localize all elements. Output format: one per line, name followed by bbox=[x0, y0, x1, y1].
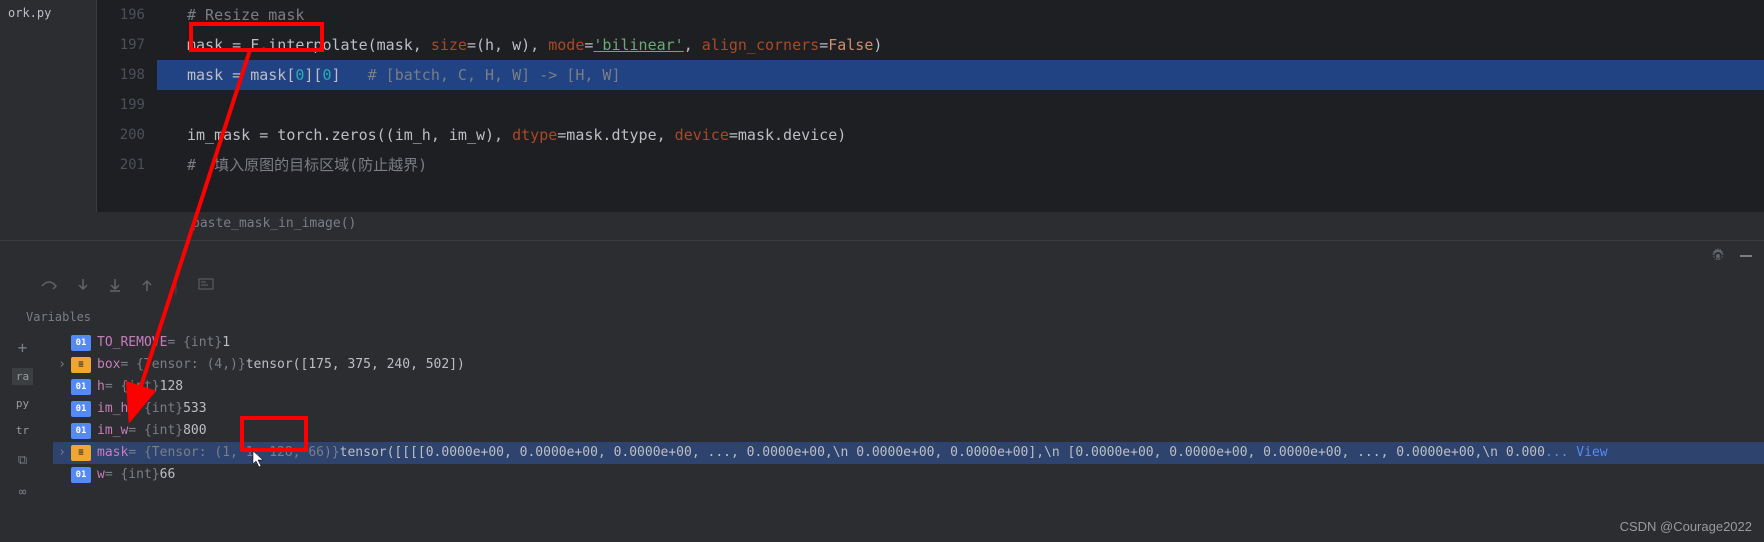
code-line: # Resize mask bbox=[157, 0, 1764, 30]
file-tab[interactable]: ork.py bbox=[0, 2, 96, 24]
variables-label: Variables bbox=[0, 304, 1764, 332]
add-watch-icon[interactable]: + bbox=[12, 336, 34, 358]
step-out-icon[interactable] bbox=[140, 277, 154, 297]
code-line: mask = F.interpolate(mask, size=(h, w), … bbox=[157, 30, 1764, 60]
code-line-current: mask = mask[0][0] # [batch, C, H, W] -> … bbox=[157, 60, 1764, 90]
code-line bbox=[157, 90, 1764, 120]
tensor-type-icon: ≡ bbox=[71, 357, 91, 373]
gutter: 196 197 198 199 200 201 bbox=[97, 0, 157, 212]
evaluate-icon[interactable] bbox=[198, 278, 214, 296]
line-number[interactable]: 198 bbox=[97, 60, 145, 90]
strip-tab[interactable]: ra bbox=[12, 368, 33, 385]
step-into-my-icon[interactable] bbox=[108, 277, 122, 297]
debug-panel-header bbox=[0, 240, 1764, 270]
link-icon[interactable]: ∞ bbox=[12, 481, 34, 503]
breadcrumb[interactable]: paste_mask_in_image() bbox=[0, 212, 1764, 240]
line-number[interactable]: 199 bbox=[97, 90, 145, 120]
chevron-right-icon[interactable]: › bbox=[53, 354, 71, 376]
strip-tab[interactable]: tr bbox=[12, 422, 33, 439]
var-row[interactable]: 01 TO_REMOVE = {int} 1 bbox=[53, 332, 1764, 354]
debug-toolbar: | bbox=[0, 270, 1764, 304]
var-row[interactable]: › ≡ box = {Tensor: (4,)} tensor([175, 37… bbox=[53, 354, 1764, 376]
var-row[interactable]: 01 w = {int} 66 bbox=[53, 464, 1764, 486]
variables-list: 01 TO_REMOVE = {int} 1 › ≡ box = {Tensor… bbox=[45, 332, 1764, 503]
tensor-type-icon: ≡ bbox=[71, 445, 91, 461]
line-number[interactable]: 201 bbox=[97, 150, 145, 180]
step-into-icon[interactable] bbox=[76, 277, 90, 297]
int-type-icon: 01 bbox=[71, 467, 91, 483]
code-line: im_mask = torch.zeros((im_h, im_w), dtyp… bbox=[157, 120, 1764, 150]
int-type-icon: 01 bbox=[71, 335, 91, 351]
divider: | bbox=[172, 280, 180, 295]
line-number[interactable]: 197 bbox=[97, 30, 145, 60]
var-row-selected[interactable]: › ≡ mask = {Tensor: (1, 1, 128, 66)} ten… bbox=[53, 442, 1764, 464]
var-row[interactable]: 01 h = {int} 128 bbox=[53, 376, 1764, 398]
code-line: # 填入原图的目标区域(防止越界) bbox=[157, 150, 1764, 180]
file-tab-column: ork.py bbox=[0, 0, 97, 212]
int-type-icon: 01 bbox=[71, 423, 91, 439]
code-area[interactable]: # Resize mask mask = F.interpolate(mask,… bbox=[157, 0, 1764, 212]
editor-area: ork.py 196 197 198 199 200 201 # Resize … bbox=[0, 0, 1764, 212]
int-type-icon: 01 bbox=[71, 401, 91, 417]
chevron-right-icon[interactable]: › bbox=[53, 442, 71, 464]
int-type-icon: 01 bbox=[71, 379, 91, 395]
copy-icon[interactable]: ⧉ bbox=[12, 449, 34, 471]
watermark: CSDN @Courage2022 bbox=[1620, 519, 1752, 534]
line-number[interactable]: 200 bbox=[97, 120, 145, 150]
strip-tab[interactable]: py bbox=[12, 395, 33, 412]
variables-panel: + ra py tr ⧉ ∞ 01 TO_REMOVE = {int} 1 › … bbox=[0, 332, 1764, 503]
line-number[interactable]: 196 bbox=[97, 0, 145, 30]
var-row[interactable]: 01 im_w = {int} 800 bbox=[53, 420, 1764, 442]
mouse-cursor-icon bbox=[252, 450, 266, 472]
left-tool-strip: + ra py tr ⧉ ∞ bbox=[0, 332, 45, 503]
step-over-icon[interactable] bbox=[40, 278, 58, 296]
view-link[interactable]: ... View bbox=[1545, 442, 1608, 464]
var-row[interactable]: 01 im_h = {int} 533 bbox=[53, 398, 1764, 420]
gear-icon[interactable] bbox=[1710, 248, 1726, 264]
minimize-icon[interactable] bbox=[1738, 248, 1754, 264]
